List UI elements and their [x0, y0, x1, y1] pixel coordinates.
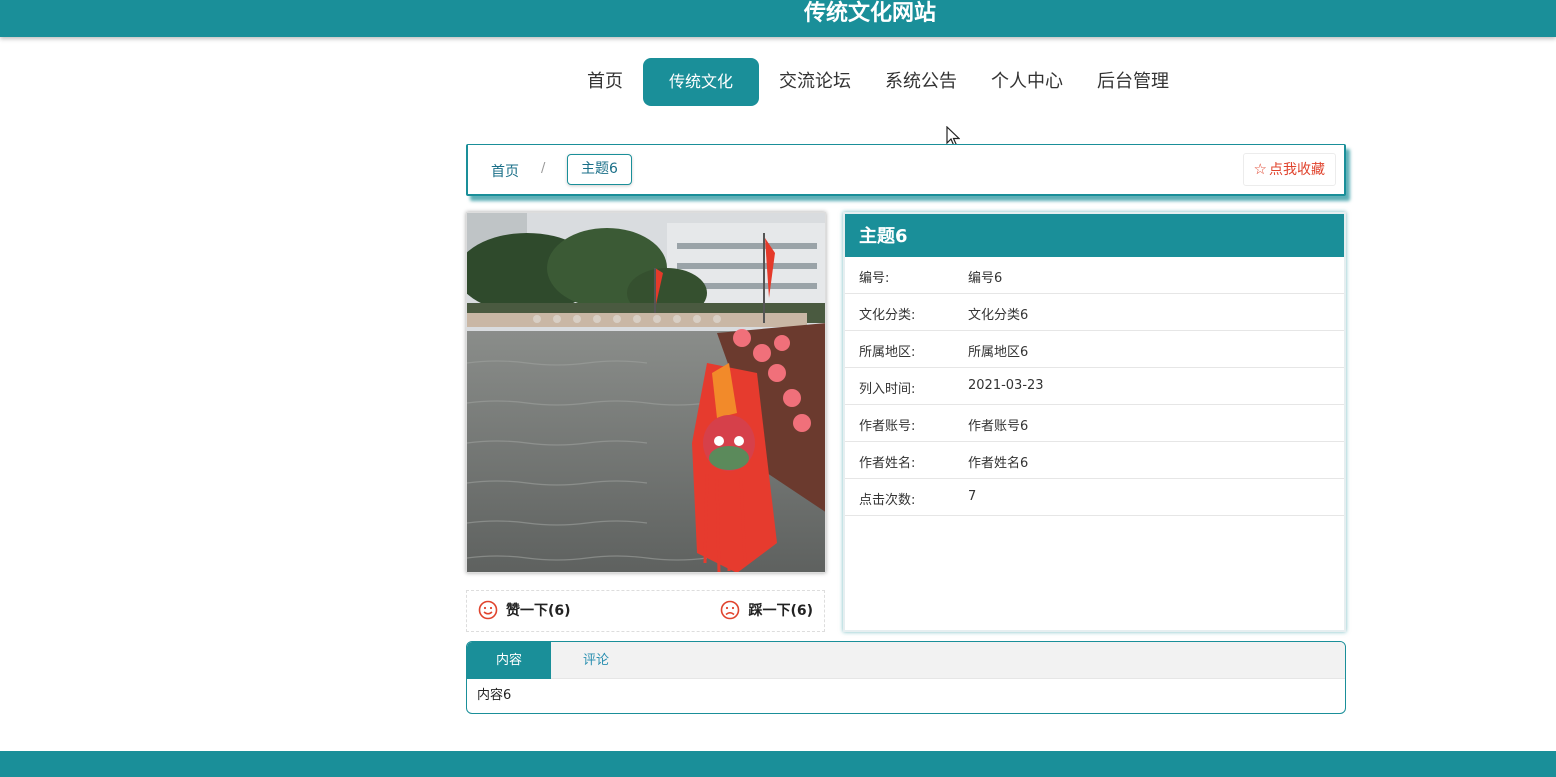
top-header-bar: 传统文化网站 [0, 0, 1556, 37]
detail-row-key: 作者账号: [859, 419, 916, 434]
favorite-button[interactable]: ☆ 点我收藏 [1242, 153, 1336, 186]
breadcrumb-current: 主题6 [567, 154, 632, 185]
nav-item-announcements[interactable]: 系统公告 [871, 58, 971, 106]
like-button[interactable]: 赞一下(6) [478, 600, 571, 620]
detail-row-key: 编号: [859, 271, 890, 286]
like-label: 赞一下(6) [506, 603, 571, 619]
detail-row-key: 所属地区: [859, 345, 916, 360]
breadcrumb-home-link[interactable]: 首页 [491, 161, 519, 181]
nav-item-home[interactable]: 首页 [573, 58, 637, 106]
detail-row-value: 作者账号6 [968, 419, 1029, 434]
detail-row: 列入时间: 2021-03-23 [845, 368, 1344, 405]
detail-row: 作者账号: 作者账号6 [845, 405, 1344, 442]
content-tabs: 内容 评论 内容6 [466, 641, 1346, 714]
detail-title: 主题6 [845, 214, 1344, 257]
sad-face-icon [721, 600, 740, 620]
detail-row-key: 文化分类: [859, 308, 916, 323]
site-title: 传统文化网站 [803, 1, 936, 26]
detail-row: 所属地区: 所属地区6 [845, 331, 1344, 368]
footer-bar [0, 751, 1556, 777]
nav-item-forum[interactable]: 交流论坛 [765, 58, 865, 106]
nav-item-traditional-culture[interactable]: 传统文化 [643, 58, 760, 106]
detail-row-key: 作者姓名: [859, 456, 916, 471]
detail-row-value: 所属地区6 [968, 345, 1029, 360]
dislike-button[interactable]: 踩一下(6) [720, 600, 813, 620]
tab-content[interactable]: 内容 [467, 642, 551, 679]
detail-panel: 主题6 编号: 编号6 文化分类: 文化分类6 所属地区: 所属地区6 列入时间… [843, 212, 1346, 632]
tab-strip: 内容 评论 [467, 642, 1345, 679]
dragon-boat-photo-image [467, 213, 825, 572]
breadcrumb-separator: / [541, 161, 546, 176]
star-outline-icon: ☆ [1253, 160, 1267, 178]
detail-row: 文化分类: 文化分类6 [845, 294, 1344, 331]
detail-row-key: 列入时间: [859, 382, 916, 397]
smile-face-icon [478, 600, 498, 620]
detail-row-key: 点击次数: [859, 493, 916, 508]
detail-row-value: 2021-03-23 [968, 378, 1044, 393]
detail-row: 点击次数: 7 [845, 479, 1344, 516]
nav-item-personal-center[interactable]: 个人中心 [977, 58, 1077, 106]
detail-row-value: 编号6 [968, 271, 1003, 286]
tab-content-body: 内容6 [477, 688, 512, 703]
vote-bar: 赞一下(6) 踩一下(6) [466, 590, 825, 632]
detail-row-value: 作者姓名6 [968, 456, 1029, 471]
breadcrumb: 首页 / 主题6 ☆ 点我收藏 [466, 144, 1346, 196]
detail-row: 编号: 编号6 [845, 257, 1344, 294]
favorite-button-label: 点我收藏 [1269, 162, 1325, 178]
detail-row: 作者姓名: 作者姓名6 [845, 442, 1344, 479]
nav-item-admin[interactable]: 后台管理 [1083, 58, 1183, 106]
dislike-label: 踩一下(6) [748, 603, 813, 619]
detail-row-value: 7 [968, 489, 977, 504]
culture-photo [466, 212, 826, 573]
main-nav: 首页 传统文化 交流论坛 系统公告 个人中心 后台管理 [573, 58, 1183, 106]
tab-comments[interactable]: 评论 [551, 642, 641, 679]
detail-row-value: 文化分类6 [968, 308, 1029, 323]
